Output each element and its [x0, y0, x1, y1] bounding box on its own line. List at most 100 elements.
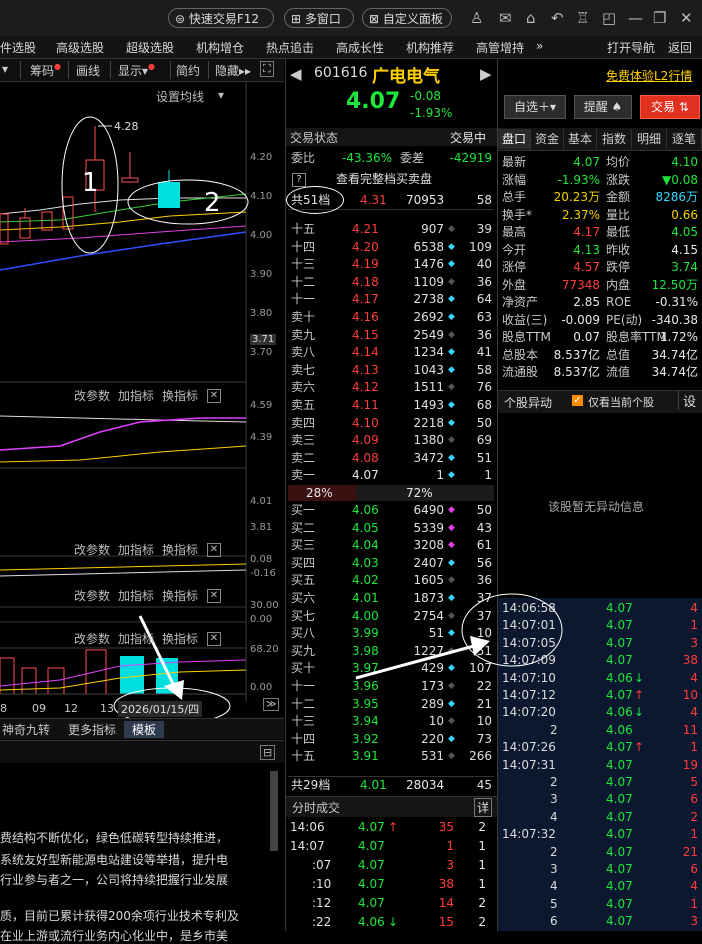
- add-indicator-link[interactable]: 加指标: [118, 387, 154, 404]
- stock-name: 广电电气: [372, 67, 440, 87]
- close-panel-icon[interactable]: ✕: [207, 632, 221, 646]
- mail-icon[interactable]: ✉: [499, 10, 512, 26]
- tab-tick[interactable]: 逐笔: [667, 129, 702, 149]
- dropdown-arrow-icon[interactable]: ▾: [2, 62, 8, 76]
- time-sales-header: 分时成交 详: [286, 796, 497, 817]
- menu-executive-increase[interactable]: 高管增持: [476, 39, 524, 56]
- menu-condition-select[interactable]: 件选股: [0, 39, 36, 56]
- quote-value: -0.009: [561, 312, 600, 327]
- fullscreen-icon[interactable]: ⛶: [260, 61, 274, 77]
- alert-button[interactable]: 提醒 ♠: [574, 95, 632, 119]
- ask-level: 卖九: [291, 327, 316, 342]
- tab-basic[interactable]: 基本: [564, 129, 597, 149]
- display-button[interactable]: 显示▾●: [118, 62, 155, 79]
- bid-row: 买六 4.01 1873 ◆ 37: [288, 590, 494, 607]
- chip-button[interactable]: 筹码●: [30, 62, 61, 79]
- add-indicator-link[interactable]: 加指标: [118, 541, 154, 558]
- close-panel-icon[interactable]: ✕: [207, 589, 221, 603]
- bid-level: 十四: [291, 731, 316, 746]
- back-icon[interactable]: ↶: [551, 10, 564, 26]
- bid-row: 买五 4.02 1605 ◆ 36: [288, 572, 494, 589]
- scroll-right-icon[interactable]: ≫: [263, 698, 280, 711]
- menu-high-growth[interactable]: 高成长性: [336, 39, 384, 56]
- layout-icon[interactable]: ◰: [602, 10, 616, 26]
- switch-indicator-link[interactable]: 换指标: [162, 630, 198, 647]
- tick-time: 5: [550, 896, 558, 911]
- tab-detail[interactable]: 明细: [632, 129, 667, 149]
- menu-hot-spot[interactable]: 热点追击: [266, 39, 314, 56]
- menu-open-nav[interactable]: 打开导航: [607, 39, 655, 56]
- prev-stock-icon[interactable]: ◀: [290, 65, 302, 83]
- bid-level: 买二: [291, 520, 316, 535]
- skin-icon[interactable]: ♖: [576, 10, 589, 26]
- change-param-link[interactable]: 改参数: [74, 541, 110, 558]
- change-param-link[interactable]: 改参数: [74, 630, 110, 647]
- tab-orderbook[interactable]: 盘口: [498, 129, 531, 149]
- anomaly-settings-button[interactable]: 设: [678, 391, 696, 410]
- quote-row: 涨停 4.57 跌停 3.74: [500, 258, 700, 276]
- trade-button[interactable]: 交易 ⇅: [640, 95, 700, 119]
- divider: [208, 61, 209, 79]
- free-l2-link[interactable]: 免费体验L2行情: [606, 67, 692, 84]
- switch-indicator-link[interactable]: 换指标: [162, 587, 198, 604]
- indicator-tabs: 神奇九转 更多指标 模板: [0, 718, 284, 739]
- tab-magic-nine[interactable]: 神奇九转: [2, 721, 50, 738]
- chip-dot-icon: ●: [54, 62, 61, 71]
- change-param-link[interactable]: 改参数: [74, 387, 110, 404]
- tab-more-indicators[interactable]: 更多指标: [68, 721, 116, 738]
- watchlist-label: 自选＋: [513, 100, 550, 114]
- ask-price: 4.09: [352, 433, 379, 448]
- switch-indicator-link[interactable]: 换指标: [162, 541, 198, 558]
- bid-volume: 6490: [413, 503, 444, 517]
- close-panel-icon[interactable]: ✕: [207, 543, 221, 557]
- quick-trade-button[interactable]: ⊜ 快速交易F12: [168, 8, 274, 28]
- tab-fund[interactable]: 资金: [531, 129, 564, 149]
- view-full-book-link[interactable]: 查看完整档买卖盘: [336, 171, 432, 188]
- close-icon[interactable]: ✕: [680, 10, 693, 26]
- menu-back[interactable]: 返回: [668, 39, 692, 56]
- ask-volume: 1: [436, 468, 444, 483]
- menu-advanced-select[interactable]: 高级选股: [56, 39, 104, 56]
- chart-toolbar: ▾ 筹码● 画线 显示▾● 简约 隐藏▸▸ ⛶: [0, 59, 284, 82]
- price-axis-label: 3.80: [250, 308, 273, 319]
- home-icon[interactable]: ⌂: [526, 10, 536, 26]
- tab-index[interactable]: 指数: [597, 129, 632, 149]
- simple-button[interactable]: 简约: [176, 62, 200, 79]
- quote-label: 涨停: [502, 260, 527, 274]
- draw-line-button[interactable]: 画线: [76, 62, 100, 79]
- bid-price: 3.97: [352, 661, 379, 676]
- only-current-checkbox[interactable]: ✓: [572, 395, 583, 406]
- add-indicator-link[interactable]: 加指标: [118, 630, 154, 647]
- change-param-link[interactable]: 改参数: [74, 587, 110, 604]
- bid-count: 37: [476, 608, 492, 623]
- time-sales-detail-button[interactable]: 详: [474, 798, 493, 817]
- switch-indicator-link[interactable]: 换指标: [162, 387, 198, 404]
- menu-super-select[interactable]: 超级选股: [126, 39, 174, 56]
- hide-button[interactable]: 隐藏▸▸: [215, 62, 251, 79]
- multi-window-button[interactable]: ⊞ 多窗口: [284, 8, 354, 28]
- minimize-icon[interactable]: —: [628, 10, 643, 26]
- bid-price: 3.92: [352, 731, 379, 746]
- quote-value: 4.13: [573, 242, 600, 257]
- bid-dot-icon: ◆: [448, 557, 455, 568]
- trade-time: :10: [312, 877, 332, 891]
- close-panel-icon[interactable]: ✕: [207, 389, 221, 403]
- menu-more[interactable]: »: [536, 39, 543, 53]
- pin-icon[interactable]: ⊟: [260, 745, 276, 760]
- bid-dot-icon: ◆: [448, 733, 455, 744]
- add-indicator-link[interactable]: 加指标: [118, 587, 154, 604]
- watchlist-button[interactable]: 自选＋▾: [504, 95, 566, 119]
- custom-panel-button[interactable]: ⊠ 自定义面板: [362, 8, 452, 28]
- quote-label: 流值: [606, 365, 631, 379]
- restore-icon[interactable]: ❐: [653, 10, 666, 26]
- help-icon[interactable]: ?: [292, 173, 306, 187]
- menu-institution-increase[interactable]: 机构增仓: [196, 39, 244, 56]
- scrollbar[interactable]: [270, 771, 278, 851]
- only-current-label: 仅看当前个股: [588, 396, 654, 409]
- user-icon[interactable]: ♙: [470, 10, 483, 26]
- next-stock-icon[interactable]: ▶: [480, 65, 492, 83]
- tick-volume: 4: [690, 879, 698, 894]
- template-button[interactable]: 模板: [124, 721, 165, 738]
- ask-count: 41: [476, 345, 492, 360]
- menu-institution-recommend[interactable]: 机构推荐: [406, 39, 454, 56]
